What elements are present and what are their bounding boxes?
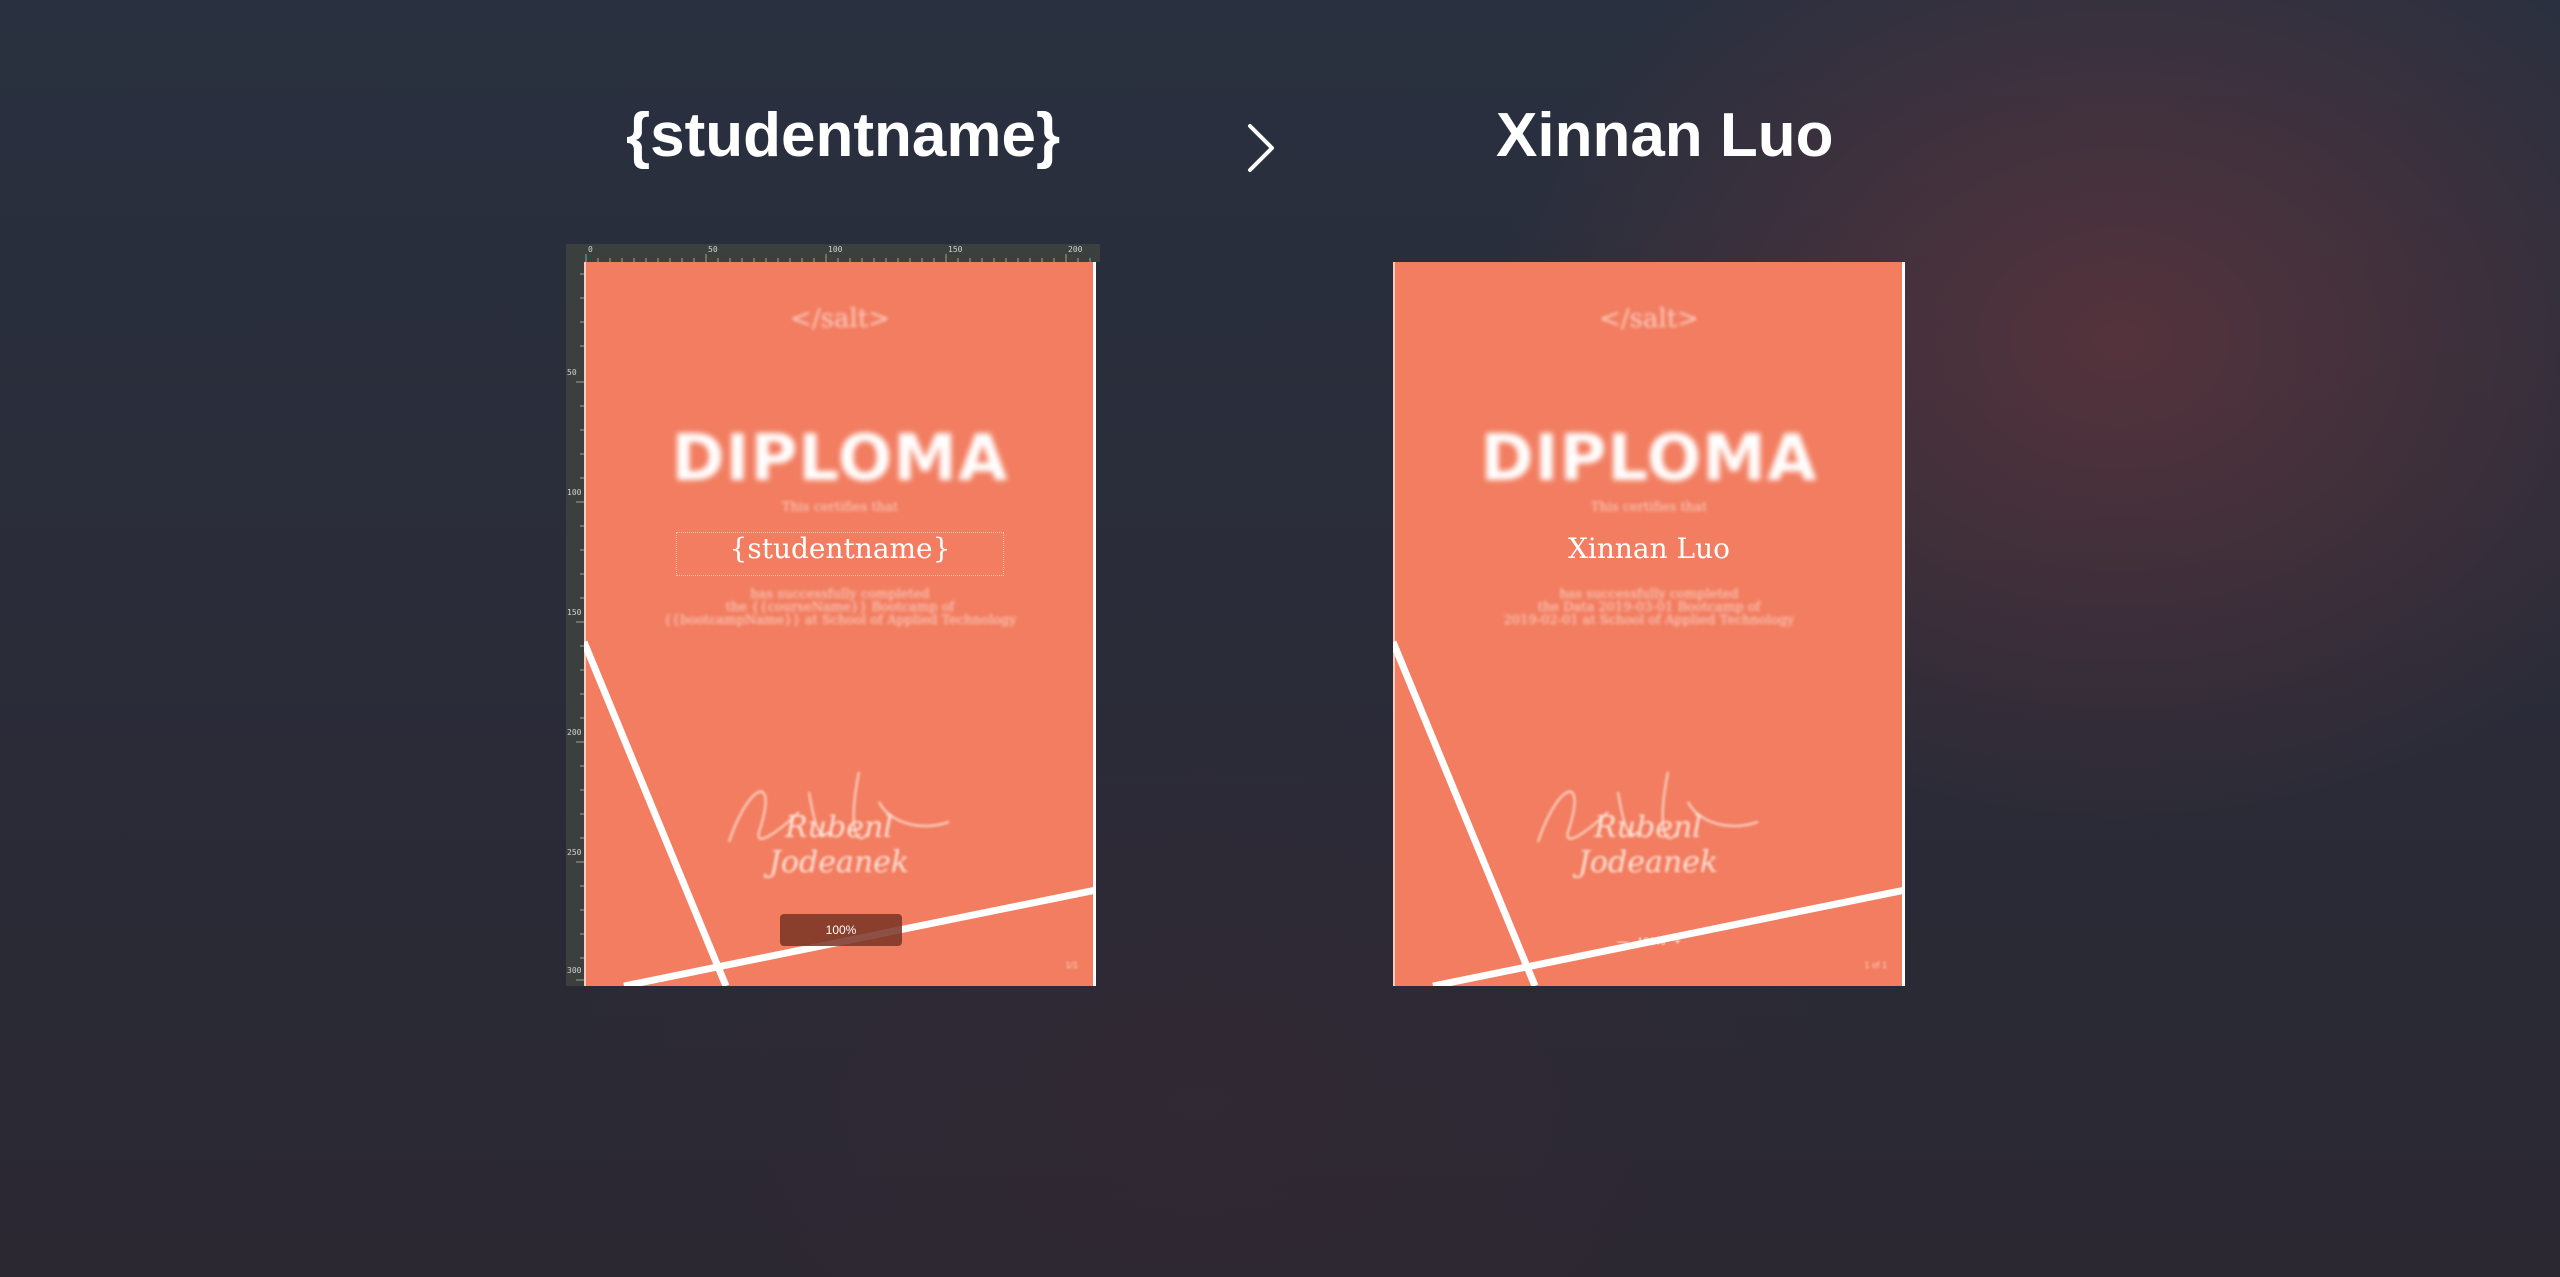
page-indicator: 1 of 1 — [1864, 960, 1887, 970]
diploma-title: DIPLOMA — [671, 422, 1009, 496]
ruler-label: 100 — [828, 245, 843, 254]
salt-logo: </salt> — [790, 304, 890, 334]
ruler-left[interactable]: 50 100 150 200 250 300 — [566, 244, 584, 986]
ruler-label: 150 — [948, 245, 963, 254]
certifies-text: This certifies that — [781, 500, 899, 515]
right-heading: Xinnan Luo — [1496, 101, 1834, 170]
student-name-placeholder: {studentname} — [729, 532, 951, 565]
zoom-indicator[interactable]: 100% — [780, 914, 902, 946]
completion-line: {{bootcampName}} at School of Applied Te… — [663, 613, 1017, 628]
signature-text: Rubenl Jodeanek — [1577, 810, 1719, 880]
zoom-in-button[interactable]: + — [1674, 936, 1680, 948]
zoom-level: 100% — [1637, 936, 1666, 948]
completion-text: has successfully completed the {{courseN… — [584, 588, 1096, 627]
diploma-title: DIPLOMA — [1480, 422, 1818, 496]
zoom-out-button[interactable]: — — [1617, 936, 1628, 948]
page-indicator: 1/1 — [1065, 960, 1078, 970]
ruler-top[interactable]: 0 50 100 150 200 — [584, 244, 1100, 262]
signature: Rubenl Jodeanek — [719, 762, 959, 880]
ruler-label: 250 — [567, 848, 582, 857]
student-name: Xinnan Luo — [1567, 532, 1731, 565]
ruler-label: 100 — [567, 488, 582, 497]
completion-text: has successfully completed the Data 2019… — [1393, 588, 1905, 627]
ruler-label: 50 — [708, 245, 718, 254]
signature-text: Rubenl Jodeanek — [768, 810, 910, 880]
certifies-text: This certifies that — [1590, 500, 1708, 515]
generated-diploma-preview[interactable]: </salt> DIPLOMA This certifies that Xinn… — [1393, 262, 1905, 986]
salt-logo: </salt> — [1599, 304, 1699, 334]
chevron-right-icon — [1248, 124, 1274, 172]
template-diploma-preview[interactable]: </salt> DIPLOMA This certifies that {stu… — [584, 262, 1096, 986]
ruler-label: 300 — [567, 966, 582, 975]
ruler-label: 150 — [567, 608, 582, 617]
completion-line: 2019-02-01 at School of Applied Technolo… — [1503, 613, 1795, 628]
ruler-label: 0 — [588, 245, 593, 254]
left-heading: {studentname} — [626, 101, 1061, 170]
signature: Rubenl Jodeanek — [1528, 762, 1768, 880]
ruler-label: 200 — [567, 728, 582, 737]
zoom-controls: — 100% + — [1607, 934, 1691, 950]
ruler-label: 200 — [1068, 245, 1083, 254]
ruler-label: 50 — [567, 368, 577, 377]
